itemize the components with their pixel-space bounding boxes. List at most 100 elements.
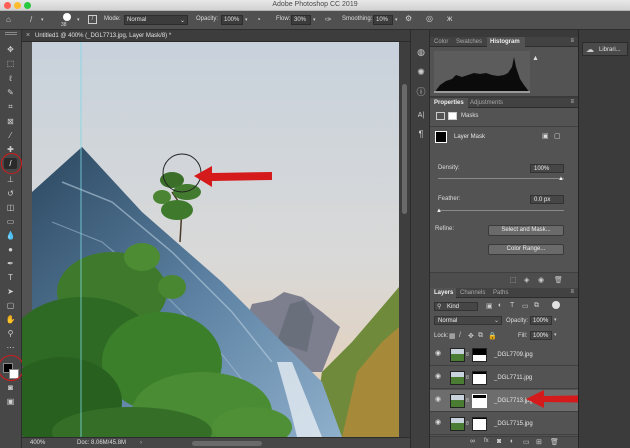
link-layers-icon[interactable]: ∞	[470, 438, 475, 445]
chain-link-icon[interactable]: 8	[466, 398, 469, 404]
color-range-button[interactable]: Color Range...	[488, 244, 564, 255]
canvas-vertical-scrollbar[interactable]	[399, 42, 410, 437]
chevron-down-icon[interactable]: ▾	[77, 16, 80, 24]
tab-channels[interactable]: Channels	[460, 290, 485, 296]
marquee-tool-icon[interactable]: ⬚	[4, 58, 17, 69]
gradient-tool-icon[interactable]: ▭	[4, 216, 17, 227]
history-panel-icon[interactable]: ◍	[415, 46, 427, 58]
layer-thumbnail[interactable]	[450, 394, 465, 408]
layer-thumbnail[interactable]	[450, 417, 465, 431]
layer-mask-thumbnail[interactable]	[472, 394, 487, 408]
new-adjustment-layer-icon[interactable]: ◐	[510, 438, 514, 445]
filter-shape-icon[interactable]: ▭	[522, 302, 529, 310]
lock-artboard-icon[interactable]: ⧉	[478, 332, 483, 340]
lock-all-icon[interactable]: 🔒	[488, 332, 497, 340]
character-panel-icon[interactable]: A|	[415, 110, 427, 122]
layer-mask-selector-icon[interactable]	[435, 131, 447, 143]
layer-row[interactable]: ◉ 8 _DGL7711.jpg	[430, 367, 578, 389]
layer-thumbnail[interactable]	[450, 371, 465, 385]
scrollbar-thumb[interactable]	[402, 84, 407, 214]
layer-mask-thumbnail[interactable]	[472, 348, 487, 362]
lock-position-icon[interactable]: ✥	[468, 332, 474, 340]
warning-triangle-icon[interactable]: ▲	[532, 55, 539, 62]
chevron-down-icon[interactable]: ▾	[395, 16, 398, 24]
blur-tool-icon[interactable]: 💧	[4, 230, 17, 241]
panel-menu-icon[interactable]: ≡	[570, 289, 574, 295]
chain-link-icon[interactable]: 8	[466, 375, 469, 381]
hand-tool-icon[interactable]: ✋	[4, 314, 17, 325]
lock-transparent-icon[interactable]: ▦	[449, 332, 456, 340]
fill-input[interactable]: 100%	[530, 331, 552, 340]
panel-menu-icon[interactable]: ≡	[570, 38, 574, 44]
symmetry-butterfly-icon[interactable]: ж	[447, 15, 452, 23]
pen-tool-icon[interactable]: ✒	[4, 258, 17, 269]
tab-swatches[interactable]: Swatches	[456, 39, 482, 45]
layer-mask-thumbnail[interactable]	[472, 371, 487, 385]
dodge-tool-icon[interactable]: ●	[4, 244, 17, 255]
visibility-eye-icon[interactable]: ◉	[435, 419, 441, 426]
select-pixel-mask-icon[interactable]: ▣	[542, 132, 549, 140]
tab-color[interactable]: Color	[434, 39, 448, 45]
rectangle-tool-icon[interactable]: ▢	[4, 300, 17, 311]
frame-tool-icon[interactable]: ⊠	[4, 116, 17, 127]
tab-paths[interactable]: Paths	[493, 290, 508, 296]
libraries-button[interactable]: ☁ Librari...	[582, 42, 628, 56]
crop-tool-icon[interactable]: ⌗	[4, 101, 17, 112]
blend-mode-select[interactable]: Normal ⌄	[434, 316, 502, 325]
smoothing-input[interactable]: 10%	[373, 15, 393, 25]
zoom-level[interactable]: 400%	[30, 440, 45, 446]
feather-slider-track[interactable]	[438, 210, 564, 211]
opacity-input[interactable]: 100%	[221, 15, 243, 25]
layer-opacity-input[interactable]: 100%	[530, 316, 552, 325]
layer-mask-thumbnail[interactable]	[472, 417, 487, 431]
document-canvas[interactable]	[22, 42, 410, 437]
density-slider-handle[interactable]: ▲	[558, 176, 564, 182]
quick-mask-icon[interactable]: ◙	[4, 382, 17, 393]
brush-size-picker[interactable]: 38	[60, 13, 74, 29]
delete-layer-icon[interactable]: 🗑	[550, 438, 559, 446]
brush-tool-preset-icon[interactable]: /	[30, 16, 32, 24]
clone-stamp-tool-icon[interactable]: ⊥	[4, 174, 17, 185]
eyedropper-tool-icon[interactable]: ⁄	[4, 130, 17, 141]
paragraph-panel-icon[interactable]: ¶	[415, 128, 427, 140]
pressure-size-icon[interactable]: ◎	[426, 15, 433, 23]
layer-mask-icon[interactable]	[448, 112, 457, 120]
apply-mask-icon[interactable]: ◈	[524, 276, 529, 284]
layer-name[interactable]: _DGL7711.jpg	[494, 375, 532, 381]
layer-row[interactable]: ◉ 8 _DGL7715.jpg	[430, 413, 578, 435]
new-layer-icon[interactable]: ⊞	[536, 438, 542, 446]
add-mask-icon[interactable]: ◙	[497, 438, 501, 445]
more-tools-icon[interactable]: ⋯	[4, 342, 17, 353]
pixel-mask-icon[interactable]	[436, 112, 445, 120]
tab-adjustments[interactable]: Adjustments	[470, 100, 503, 106]
airbrush-icon[interactable]: ✑	[325, 16, 332, 24]
filter-smart-object-icon[interactable]: ⧉	[534, 302, 539, 310]
tab-histogram[interactable]: Histogram	[490, 39, 520, 45]
status-menu-arrow-icon[interactable]: ›	[140, 440, 142, 446]
history-brush-tool-icon[interactable]: ↺	[4, 188, 17, 199]
delete-mask-icon[interactable]: 🗑	[554, 276, 563, 284]
layer-thumbnail[interactable]	[450, 348, 465, 362]
close-document-icon[interactable]: ×	[26, 32, 30, 39]
chevron-down-icon[interactable]: ▾	[41, 16, 44, 24]
pressure-opacity-icon[interactable]: ◔	[256, 16, 261, 24]
chevron-down-icon[interactable]: ▾	[554, 317, 557, 323]
home-icon[interactable]: ⌂	[6, 16, 11, 24]
type-tool-icon[interactable]: T	[4, 272, 17, 283]
layer-name[interactable]: _DGL7709.jpg	[494, 352, 533, 358]
brush-panel-icon[interactable]: /	[88, 15, 97, 24]
visibility-eye-icon[interactable]: ◉	[435, 373, 441, 380]
tab-layers[interactable]: Layers	[434, 290, 453, 296]
zoom-tool-icon[interactable]: ⚲	[4, 328, 17, 339]
filter-type-icon[interactable]: T	[510, 302, 514, 309]
path-selection-tool-icon[interactable]: ➤	[4, 286, 17, 297]
layer-row[interactable]: ◉ 8 _DGL7709.jpg	[430, 344, 578, 366]
visibility-eye-icon[interactable]: ◉	[435, 396, 441, 403]
toolbar-grip[interactable]	[5, 32, 17, 35]
smoothing-options-gear-icon[interactable]: ⚙	[405, 15, 412, 23]
mode-select[interactable]: Normal ⌄	[124, 15, 188, 25]
chevron-down-icon[interactable]: ▾	[245, 16, 248, 24]
document-tab[interactable]: × Untitled1 @ 400% (_DGL7713.jpg, Layer …	[22, 30, 410, 42]
chevron-down-icon[interactable]: ▾	[554, 332, 557, 338]
quick-selection-tool-icon[interactable]: ✎	[4, 87, 17, 98]
